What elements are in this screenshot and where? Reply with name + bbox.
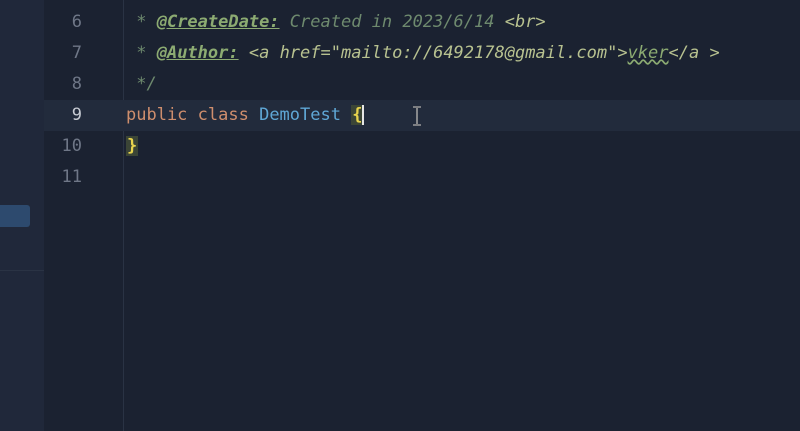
code-line[interactable]: 10} — [0, 131, 800, 162]
code-token: <br> — [504, 12, 546, 32]
code-token: DemoTest — [259, 105, 352, 125]
code-token: @Author: — [156, 43, 239, 63]
code-token: </a > — [668, 43, 720, 63]
code-token: */ — [126, 74, 157, 94]
ibeam-cursor-icon — [413, 106, 421, 126]
code-token: public — [126, 105, 198, 125]
code-text[interactable]: * @CreateDate: Created in 2023/6/14 <br> — [126, 7, 546, 38]
line-number[interactable]: 9 — [44, 100, 82, 131]
code-token: Created in 2023/6/14 — [279, 12, 505, 32]
code-line[interactable]: 11 — [0, 162, 800, 193]
code-token: vker — [627, 43, 669, 63]
line-number[interactable]: 6 — [44, 7, 82, 38]
line-number[interactable]: 7 — [44, 38, 82, 69]
line-number[interactable]: 8 — [44, 69, 82, 100]
code-line[interactable]: 8 */ — [0, 69, 800, 100]
text-caret — [362, 105, 365, 125]
code-line[interactable]: 7 * @Author: <a href="mailto://6492178@g… — [0, 38, 800, 69]
code-line[interactable]: 9 public class DemoTest { — [0, 100, 800, 131]
code-token: * — [126, 43, 157, 63]
tool-window-indicator[interactable] — [0, 205, 30, 227]
code-text[interactable]: */ — [126, 69, 157, 100]
code-text[interactable]: } — [126, 131, 139, 162]
code-text[interactable]: * @Author: <a href="mailto://6492178@gma… — [126, 38, 720, 69]
code-editor[interactable]: 6 * @CreateDate: Created in 2023/6/14 <b… — [0, 0, 800, 431]
code-line[interactable]: 6 * @CreateDate: Created in 2023/6/14 <b… — [0, 7, 800, 38]
line-number[interactable]: 10 — [44, 131, 82, 162]
code-token: @CreateDate: — [156, 12, 280, 32]
code-token: } — [126, 136, 139, 156]
code-token: <a href="mailto://6492178@gmail.com"> — [248, 43, 628, 63]
code-token: class — [197, 105, 260, 125]
strip-divider — [0, 270, 44, 271]
code-text[interactable]: public class DemoTest { — [126, 100, 365, 131]
line-number[interactable]: 11 — [44, 162, 82, 193]
code-token: * — [126, 12, 157, 32]
